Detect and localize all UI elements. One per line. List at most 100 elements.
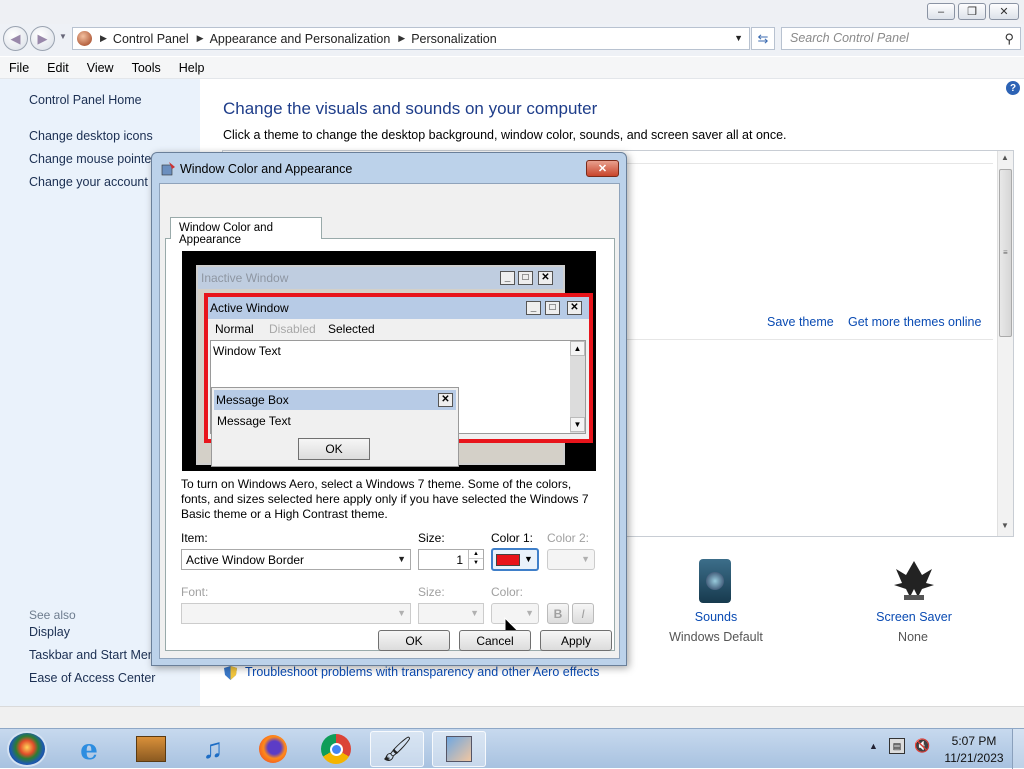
scroll-down-icon[interactable]: ▼ bbox=[1001, 521, 1009, 530]
dialog-body: Window Color and Appearance Inactive Win… bbox=[159, 183, 620, 659]
menu-help[interactable]: Help bbox=[170, 61, 214, 75]
firefox-icon[interactable] bbox=[246, 731, 300, 767]
sounds-link[interactable]: Sounds bbox=[666, 610, 766, 624]
internet-explorer-icon[interactable]: e bbox=[62, 731, 116, 767]
music-player-icon[interactable]: ♫ bbox=[186, 731, 240, 767]
troubleshoot-link[interactable]: Troubleshoot problems with transparency … bbox=[245, 665, 599, 679]
taskbar: e ♫ 🖌 ▲ ▤ 🔇 5:07 PM 11/21/2023 bbox=[0, 728, 1024, 769]
chevron-down-icon: ▼ bbox=[581, 554, 590, 564]
menu-view[interactable]: View bbox=[78, 61, 123, 75]
network-icon[interactable]: ▤ bbox=[889, 738, 905, 754]
forward-button[interactable]: ▶ bbox=[30, 26, 55, 51]
menu-selected-sample: Selected bbox=[328, 322, 375, 336]
breadcrumb-separator-icon: ▶ bbox=[398, 33, 406, 43]
change-desktop-icons-link[interactable]: Change desktop icons bbox=[29, 129, 153, 143]
aero-info-text: To turn on Windows Aero, select a Window… bbox=[181, 477, 589, 521]
message-box-title: Message Box bbox=[216, 393, 289, 407]
address-dropdown-icon[interactable]: ▼ bbox=[734, 33, 743, 43]
menu-file[interactable]: File bbox=[0, 61, 38, 75]
taskbar-start-menu-link[interactable]: Taskbar and Start Menu bbox=[29, 648, 162, 662]
chevron-down-icon: ▼ bbox=[525, 608, 534, 618]
breadcrumb-control-panel[interactable]: Control Panel bbox=[113, 32, 189, 46]
help-icon[interactable]: ? bbox=[1006, 81, 1020, 95]
active-window-title: Active Window bbox=[210, 301, 289, 315]
change-mouse-pointers-link[interactable]: Change mouse pointers bbox=[29, 152, 162, 166]
menu-tools[interactable]: Tools bbox=[123, 61, 170, 75]
dialog-close-button[interactable]: ✕ bbox=[586, 160, 619, 177]
theme-scrollbar[interactable]: ▲ ≡ ▼ bbox=[997, 151, 1013, 536]
tab-panel: Inactive Window _ □ ✕ Active Window _ □ … bbox=[165, 238, 615, 651]
save-theme-link[interactable]: Save theme bbox=[767, 315, 834, 329]
clock-date[interactable]: 11/21/2023 bbox=[940, 751, 1008, 765]
size-spinner[interactable]: 1 ▲ ▼ bbox=[418, 549, 484, 570]
screen-saver-link[interactable]: Screen Saver bbox=[864, 610, 964, 624]
display-link[interactable]: Display bbox=[29, 625, 70, 639]
scroll-thumb[interactable]: ≡ bbox=[999, 169, 1012, 337]
chevron-down-icon: ▼ bbox=[524, 554, 533, 564]
font-select[interactable]: ▼ bbox=[181, 603, 411, 624]
chevron-down-icon: ▼ bbox=[470, 608, 479, 618]
color1-label: Color 1: bbox=[491, 531, 534, 545]
menu-bar: File Edit View Tools Help bbox=[0, 57, 1024, 79]
maximize-icon: □ bbox=[545, 301, 560, 315]
breadcrumb-appearance[interactable]: Appearance and Personalization bbox=[210, 32, 391, 46]
see-also-heading: See also bbox=[29, 608, 76, 622]
paint-brush-app-icon[interactable]: 🖌 bbox=[370, 731, 424, 767]
paint-palette-icon bbox=[161, 161, 176, 176]
recent-pages-dropdown-icon[interactable]: ▼ bbox=[59, 32, 67, 41]
file-explorer-icon[interactable] bbox=[124, 731, 178, 767]
back-button[interactable]: ◀ bbox=[3, 26, 28, 51]
control-panel-app-icon[interactable] bbox=[432, 731, 486, 767]
active-title-bar: Active Window _ □ ✕ bbox=[208, 297, 589, 319]
dialog-title: Window Color and Appearance bbox=[180, 162, 353, 176]
back-arrow-icon: ◀ bbox=[10, 30, 21, 46]
menu-edit[interactable]: Edit bbox=[38, 61, 78, 75]
item-select[interactable]: Active Window Border ▼ bbox=[181, 549, 411, 570]
message-box-preview[interactable]: Message Box ✕ Message Text OK bbox=[211, 387, 459, 467]
ok-button[interactable]: OK bbox=[378, 630, 450, 651]
color2-picker[interactable]: ▼ bbox=[547, 549, 595, 570]
show-desktop-button[interactable] bbox=[1012, 729, 1024, 769]
search-input[interactable]: Search Control Panel ⚲ bbox=[781, 27, 1021, 50]
refresh-button[interactable]: ⇆ bbox=[751, 27, 775, 50]
maximize-button[interactable]: ❐ bbox=[958, 3, 986, 20]
close-button[interactable]: ✕ bbox=[989, 3, 1019, 20]
tab-window-color-appearance[interactable]: Window Color and Appearance bbox=[170, 217, 322, 246]
close-icon: ✕ bbox=[567, 301, 582, 315]
bold-button[interactable]: B bbox=[547, 603, 569, 624]
forward-arrow-icon: ▶ bbox=[37, 30, 48, 46]
chrome-icon[interactable] bbox=[309, 731, 363, 767]
menu-disabled-sample: Disabled bbox=[269, 322, 316, 336]
breadcrumb-personalization[interactable]: Personalization bbox=[411, 32, 496, 46]
inactive-title-bar: Inactive Window _ □ ✕ bbox=[198, 267, 563, 289]
show-hidden-icons-button[interactable]: ▲ bbox=[869, 741, 878, 751]
control-panel-home-link[interactable]: Control Panel Home bbox=[29, 93, 142, 107]
page-subtitle: Click a theme to change the desktop back… bbox=[223, 128, 787, 142]
close-icon: ✕ bbox=[538, 271, 553, 285]
clock-time[interactable]: 5:07 PM bbox=[940, 734, 1008, 748]
start-button[interactable] bbox=[7, 731, 47, 767]
item-label: Item: bbox=[181, 531, 208, 545]
preview-ok-button[interactable]: OK bbox=[298, 438, 370, 460]
screen-saver-icon[interactable] bbox=[892, 555, 936, 603]
font-label: Font: bbox=[181, 585, 209, 599]
cancel-button[interactable]: Cancel bbox=[459, 630, 531, 651]
minimize-icon: _ bbox=[526, 301, 541, 315]
sounds-icon[interactable] bbox=[699, 559, 731, 603]
message-text-sample: Message Text bbox=[217, 414, 291, 428]
address-bar[interactable]: ▶ Control Panel ▶ Appearance and Persona… bbox=[72, 27, 750, 50]
size-stepper[interactable]: ▲ ▼ bbox=[468, 550, 483, 569]
italic-button[interactable]: I bbox=[572, 603, 594, 624]
close-icon: ✕ bbox=[597, 163, 608, 175]
color1-picker[interactable]: ▼ bbox=[491, 548, 539, 571]
volume-muted-icon[interactable]: 🔇 bbox=[914, 738, 930, 754]
font-size-select[interactable]: ▼ bbox=[418, 603, 484, 624]
size-value: 1 bbox=[456, 553, 463, 567]
scroll-up-icon[interactable]: ▲ bbox=[1001, 153, 1009, 162]
minimize-button[interactable]: ‒ bbox=[927, 3, 955, 20]
apply-button[interactable]: Apply bbox=[540, 630, 612, 651]
ease-of-access-link[interactable]: Ease of Access Center bbox=[29, 671, 155, 685]
size-label: Size: bbox=[418, 531, 445, 545]
search-icon[interactable]: ⚲ bbox=[1004, 31, 1014, 47]
get-more-themes-link[interactable]: Get more themes online bbox=[848, 315, 981, 329]
